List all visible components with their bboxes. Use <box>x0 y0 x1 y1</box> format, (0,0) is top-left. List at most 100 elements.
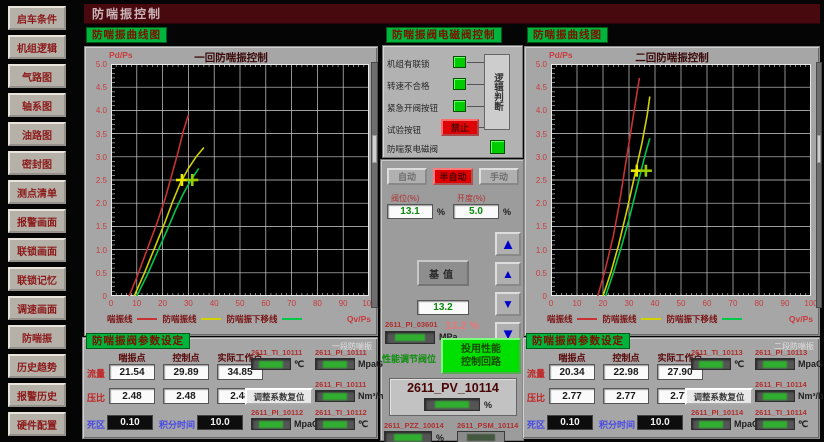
mid-value-field[interactable]: 13.2 <box>417 300 469 315</box>
row-label-1: 压比 <box>527 391 545 404</box>
scrollbar-thumb[interactable] <box>817 135 821 163</box>
tag-unit-0: ℃ <box>294 359 304 370</box>
y-tick: 2.0 <box>87 199 107 208</box>
param-value-0-1[interactable]: 22.98 <box>603 364 649 380</box>
sidebar-item-6[interactable]: 测点清单 <box>8 180 66 204</box>
emergency-open-indicator <box>453 100 466 112</box>
decrease-button[interactable]: ▼ <box>495 292 521 316</box>
param-panel-stage1: 一段防喘振喘振点控制点实际工作点流量21.5429.8934.85压比2.482… <box>82 337 378 439</box>
legend-item: 防喘振线 <box>603 313 661 325</box>
y-tick: 0.5 <box>527 269 547 278</box>
legend-line-sample <box>282 318 302 320</box>
param-value-0-0[interactable]: 21.54 <box>109 364 155 380</box>
param-value-1-0[interactable]: 2.48 <box>109 388 155 404</box>
sidebar-item-13[interactable]: 报警历史 <box>8 383 66 407</box>
column-header-1: 控制点 <box>160 351 212 364</box>
sidebar-item-4[interactable]: 油路图 <box>8 122 66 146</box>
y-tick: 4.5 <box>527 83 547 92</box>
integral-time-value[interactable]: 10.0 <box>637 415 683 430</box>
pv-tag-name: 2611_PV_10114 <box>390 381 516 395</box>
sidebar-item-11[interactable]: 防喘振 <box>8 325 66 349</box>
solenoid-panel: 机组有联锁 转速不合格 紧急开阀按钮 试验按钮 禁止 逻辑判断 防喘泵电磁阀 <box>382 45 523 158</box>
increase-fast-button[interactable]: ▲ <box>495 232 521 256</box>
semi-auto-mode-button[interactable]: 半自动 <box>433 168 473 185</box>
pump-solenoid-indicator <box>490 140 505 154</box>
pressure-tag-name: 2611_PI_03601 <box>385 320 438 329</box>
chart-plot <box>111 64 369 296</box>
adjust-reset-button[interactable]: 调整系数复位 <box>685 388 753 405</box>
sidebar-item-3[interactable]: 轴系图 <box>8 93 66 117</box>
x-tick: 80 <box>309 299 325 308</box>
param-value-0-1[interactable]: 29.89 <box>163 364 209 380</box>
test-forbid-button[interactable]: 禁止 <box>441 119 479 136</box>
tag-unit-1: MpaG <box>358 359 383 369</box>
param-value-1-1[interactable]: 2.48 <box>163 388 209 404</box>
y-tick: 1.0 <box>87 246 107 255</box>
sidebar-item-14[interactable]: 硬件配置 <box>8 412 66 436</box>
opening-input[interactable]: 5.0 <box>453 204 499 219</box>
sidebar-item-10[interactable]: 调速画面 <box>8 296 66 320</box>
tag-value-display-0 <box>251 358 291 370</box>
valve-pos-label: 阀位(%) <box>391 193 419 204</box>
deadband-value[interactable]: 0.10 <box>107 415 153 430</box>
x-axis-label: Qv/Ps <box>347 314 371 324</box>
param-value-1-0[interactable]: 2.77 <box>549 388 595 404</box>
section-label-solenoid: 防喘振阀电磁阀控制 <box>386 27 502 43</box>
tag-name-1: 2611_PI_10111 <box>315 348 367 357</box>
tag-value-display-3 <box>691 418 731 430</box>
page-title: 防喘振控制 <box>92 5 162 22</box>
sidebar-item-5[interactable]: 密封图 <box>8 151 66 175</box>
sidebar-item-7[interactable]: 报警画面 <box>8 209 66 233</box>
increase-button[interactable]: ▲ <box>495 262 521 286</box>
x-tick: 40 <box>647 299 663 308</box>
y-axis-label: Pd/Ps <box>549 50 573 60</box>
arrow-up-icon: ▲ <box>501 236 516 253</box>
scrollbar-thumb[interactable] <box>372 135 377 163</box>
tag-name-2: 2611_FI_10114 <box>755 380 807 389</box>
y-tick: 2.5 <box>87 176 107 185</box>
param-value-1-1[interactable]: 2.77 <box>603 388 649 404</box>
sidebar-item-1[interactable]: 机组逻辑 <box>8 35 66 59</box>
sidebar-item-2[interactable]: 气路图 <box>8 64 66 88</box>
sidebar-item-12[interactable]: 历史趋势 <box>8 354 66 378</box>
integral-time-value[interactable]: 10.0 <box>197 415 243 430</box>
base-value-button[interactable]: 基值 <box>417 260 469 286</box>
y-tick: 5.0 <box>527 60 547 69</box>
pzz-unit: % <box>436 433 444 442</box>
tag-unit-2: Nm³/h <box>358 391 384 401</box>
chart-second-loop: 二回防喘振控制Pd/Ps5.04.54.03.53.02.52.01.51.00… <box>524 46 820 336</box>
deadband-label: 死区 <box>527 418 545 431</box>
adjust-reset-button[interactable]: 调整系数复位 <box>245 388 313 405</box>
manual-mode-button[interactable]: 手动 <box>479 168 519 185</box>
param-value-0-0[interactable]: 20.34 <box>549 364 595 380</box>
section-label-param-left: 防喘振阀参数设定 <box>86 333 190 349</box>
sidebar-item-8[interactable]: 联锁画面 <box>8 238 66 262</box>
x-tick: 10 <box>569 299 585 308</box>
x-axis-label: Qv/Ps <box>789 314 813 324</box>
enable-performance-loop-button[interactable]: 投用性能 控制回路 <box>441 338 521 374</box>
tag-unit-4: ℃ <box>798 419 808 430</box>
tag-name-4: 2611_TI_10112 <box>315 408 367 417</box>
scrollbar-right[interactable] <box>816 62 822 308</box>
integral-time-label: 积分时间 <box>159 418 195 431</box>
tag-unit-2: Nm³/h <box>798 391 824 401</box>
pressure-value-display <box>385 331 435 344</box>
tag-unit-4: ℃ <box>358 419 368 430</box>
auto-mode-button[interactable]: 自动 <box>387 168 427 185</box>
x-tick: 30 <box>180 299 196 308</box>
legend-line-sample <box>577 318 597 320</box>
scrollbar-left[interactable] <box>371 62 378 308</box>
tag-value-display-3 <box>251 418 291 430</box>
sidebar-item-0[interactable]: 启车条件 <box>8 6 66 30</box>
pv-unit: % <box>484 400 492 410</box>
section-label-left-curve: 防喘振曲线图 <box>86 27 167 43</box>
pzz-value-display <box>384 431 432 442</box>
x-tick: 80 <box>751 299 767 308</box>
sidebar-item-9[interactable]: 联锁记忆 <box>8 267 66 291</box>
deadband-value[interactable]: 0.10 <box>547 415 593 430</box>
legend-item: 防喘振线 <box>163 313 221 325</box>
y-tick: 4.0 <box>87 106 107 115</box>
pv-tag-box: 2611_PV_10114 % <box>389 378 517 416</box>
valve-pos-input[interactable]: 13.1 <box>387 204 433 219</box>
speed-indicator <box>453 78 466 90</box>
